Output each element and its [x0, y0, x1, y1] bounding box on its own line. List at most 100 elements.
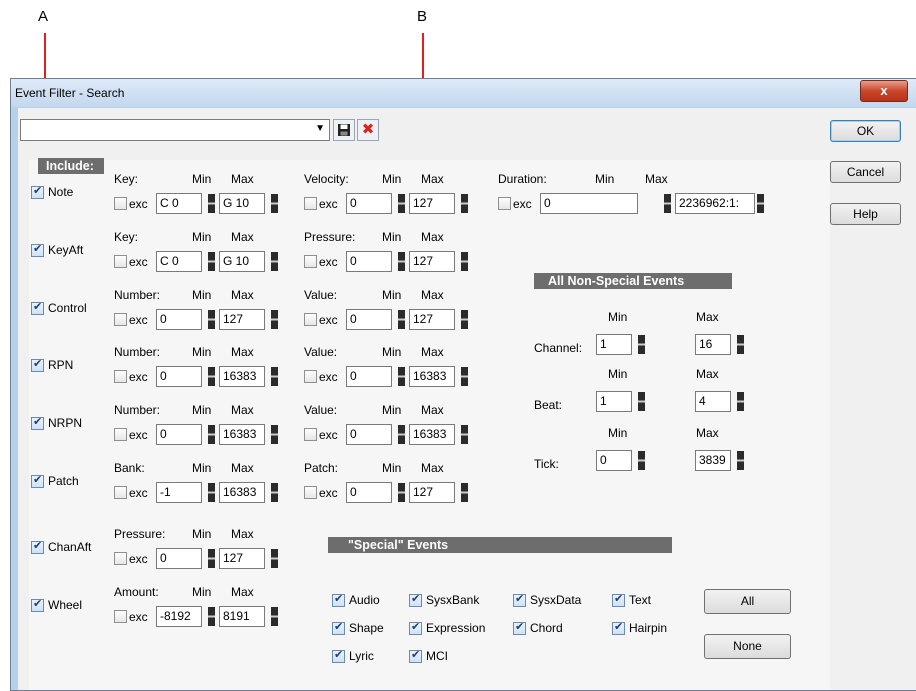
max-input-chanaft-0[interactable]: 127 — [219, 548, 265, 569]
checkbox-wheel[interactable] — [31, 597, 44, 612]
exc-checkbox-nrpn-1[interactable] — [304, 428, 317, 441]
max-spinner[interactable] — [271, 252, 278, 271]
min-spinner[interactable] — [664, 194, 671, 213]
max-input-wheel-0[interactable]: 8191 — [219, 606, 265, 627]
exc-checkbox-patch-1[interactable] — [304, 486, 317, 499]
min-spinner[interactable] — [208, 310, 215, 329]
max-input-nrpn-1[interactable]: 16383 — [409, 424, 455, 445]
exc-checkbox-keyaft-1[interactable] — [304, 255, 317, 268]
min-input-wheel-0[interactable]: -8192 — [156, 606, 202, 627]
min-spinner[interactable] — [208, 425, 215, 444]
exc-checkbox-note-1[interactable] — [304, 197, 317, 210]
min-spinner[interactable] — [208, 607, 215, 626]
max-input-control-1[interactable]: 127 — [409, 309, 455, 330]
exc-checkbox-nrpn-0[interactable] — [114, 428, 127, 441]
help-button[interactable]: Help — [830, 203, 901, 225]
beat-max-spinner[interactable] — [737, 392, 744, 411]
tick-max-input[interactable]: 3839 — [695, 450, 731, 471]
exc-checkbox-control-0[interactable] — [114, 313, 127, 326]
max-input-rpn-0[interactable]: 16383 — [219, 366, 265, 387]
beat-min-spinner[interactable] — [638, 392, 645, 411]
checkbox-patch[interactable] — [31, 473, 44, 488]
special-checkbox-expression[interactable] — [409, 620, 422, 635]
all-button[interactable]: All — [704, 589, 791, 614]
checkbox-note[interactable] — [31, 184, 44, 199]
max-spinner[interactable] — [461, 367, 468, 386]
min-spinner[interactable] — [398, 483, 405, 502]
min-spinner[interactable] — [398, 425, 405, 444]
min-spinner[interactable] — [208, 549, 215, 568]
max-spinner[interactable] — [461, 252, 468, 271]
exc-checkbox-note-2[interactable] — [498, 197, 511, 210]
special-checkbox-shape[interactable] — [332, 620, 345, 635]
special-checkbox-text[interactable] — [612, 592, 625, 607]
min-input-note-2[interactable]: 0 — [540, 193, 638, 214]
max-spinner[interactable] — [757, 194, 764, 213]
max-input-patch-0[interactable]: 16383 — [219, 482, 265, 503]
min-spinner[interactable] — [208, 367, 215, 386]
none-button[interactable]: None — [704, 634, 791, 659]
max-input-nrpn-0[interactable]: 16383 — [219, 424, 265, 445]
special-checkbox-sysxbank[interactable] — [409, 592, 422, 607]
max-input-keyaft-0[interactable]: G 10 — [219, 251, 265, 272]
exc-checkbox-control-1[interactable] — [304, 313, 317, 326]
max-input-keyaft-1[interactable]: 127 — [409, 251, 455, 272]
max-spinner[interactable] — [271, 549, 278, 568]
min-input-rpn-1[interactable]: 0 — [346, 366, 392, 387]
exc-checkbox-rpn-1[interactable] — [304, 370, 317, 383]
special-checkbox-audio[interactable] — [332, 592, 345, 607]
exc-checkbox-keyaft-0[interactable] — [114, 255, 127, 268]
close-button[interactable]: x — [860, 80, 908, 102]
channel-max-spinner[interactable] — [737, 335, 744, 354]
beat-min-input[interactable]: 1 — [596, 391, 632, 412]
max-spinner[interactable] — [461, 425, 468, 444]
save-preset-button[interactable] — [333, 119, 355, 141]
checkbox-chanaft[interactable] — [31, 539, 44, 554]
max-input-note-2[interactable]: 2236962:1: — [675, 193, 755, 214]
channel-max-input[interactable]: 16 — [695, 334, 731, 355]
special-checkbox-chord[interactable] — [513, 620, 526, 635]
exc-checkbox-note-0[interactable] — [114, 197, 127, 210]
checkbox-control[interactable] — [31, 300, 44, 315]
max-input-control-0[interactable]: 127 — [219, 309, 265, 330]
max-spinner[interactable] — [271, 367, 278, 386]
checkbox-rpn[interactable] — [31, 357, 44, 372]
min-input-note-0[interactable]: C 0 — [156, 193, 202, 214]
max-spinner[interactable] — [271, 607, 278, 626]
special-checkbox-sysxdata[interactable] — [513, 592, 526, 607]
min-spinner[interactable] — [398, 252, 405, 271]
max-spinner[interactable] — [461, 194, 468, 213]
channel-min-spinner[interactable] — [638, 335, 645, 354]
preset-combo[interactable]: ▼ — [20, 119, 330, 141]
chevron-down-icon[interactable]: ▼ — [315, 123, 325, 134]
min-input-note-1[interactable]: 0 — [346, 193, 392, 214]
min-input-keyaft-0[interactable]: C 0 — [156, 251, 202, 272]
delete-preset-button[interactable]: ✖ — [357, 119, 379, 141]
min-input-control-1[interactable]: 0 — [346, 309, 392, 330]
tick-min-input[interactable]: 0 — [596, 450, 632, 471]
tick-min-spinner[interactable] — [638, 451, 645, 470]
max-spinner[interactable] — [271, 425, 278, 444]
min-input-keyaft-1[interactable]: 0 — [346, 251, 392, 272]
checkbox-keyaft[interactable] — [31, 242, 44, 257]
min-input-control-0[interactable]: 0 — [156, 309, 202, 330]
min-spinner[interactable] — [398, 310, 405, 329]
min-spinner[interactable] — [398, 194, 405, 213]
min-input-rpn-0[interactable]: 0 — [156, 366, 202, 387]
special-checkbox-mci[interactable] — [409, 648, 422, 663]
min-input-nrpn-0[interactable]: 0 — [156, 424, 202, 445]
exc-checkbox-wheel-0[interactable] — [114, 610, 127, 623]
special-checkbox-lyric[interactable] — [332, 648, 345, 663]
min-spinner[interactable] — [208, 252, 215, 271]
min-input-patch-1[interactable]: 0 — [346, 482, 392, 503]
max-spinner[interactable] — [461, 483, 468, 502]
min-spinner[interactable] — [208, 194, 215, 213]
checkbox-nrpn[interactable] — [31, 415, 44, 430]
min-input-patch-0[interactable]: -1 — [156, 482, 202, 503]
max-spinner[interactable] — [271, 483, 278, 502]
max-spinner[interactable] — [271, 310, 278, 329]
exc-checkbox-rpn-0[interactable] — [114, 370, 127, 383]
max-input-rpn-1[interactable]: 16383 — [409, 366, 455, 387]
min-input-nrpn-1[interactable]: 0 — [346, 424, 392, 445]
special-checkbox-hairpin[interactable] — [612, 620, 625, 635]
